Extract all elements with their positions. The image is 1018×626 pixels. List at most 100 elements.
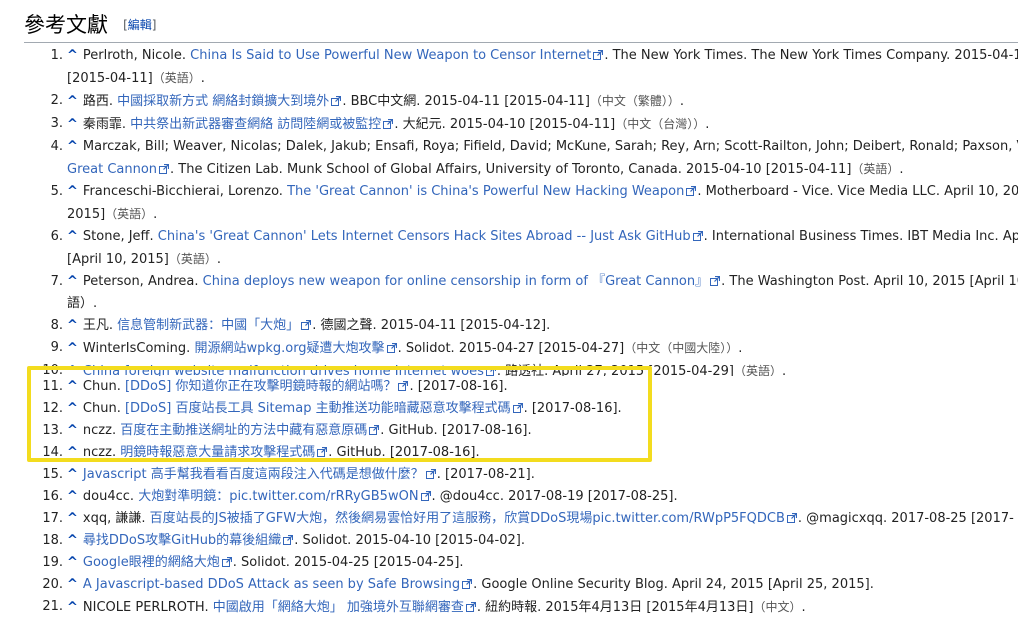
- reference-link[interactable]: 中國啟用「網絡大炮」 加強境外互聯網審查: [213, 600, 464, 615]
- reference-link[interactable]: A Javascript-based DDoS Attack as seen b…: [83, 577, 460, 592]
- reference-text: nczz.: [82, 423, 121, 438]
- reference-line: ^ nczz. 明鏡時報惡意大量請求攻擊程式碼 . GitHub. [2017-08…: [67, 442, 1018, 464]
- reference-link[interactable]: 開源網站wpkg.org疑遭大炮攻擊: [194, 341, 384, 356]
- reference-number: 13.: [42, 423, 63, 438]
- external-link-icon: [512, 403, 523, 413]
- reference-link[interactable]: Javascript 高手幫我看看百度這兩段注入代碼是想做什麼？: [83, 467, 424, 482]
- external-link-icon: [686, 186, 697, 196]
- reference-item: 2. ^ 路西. 中國採取新方式 網絡封鎖擴大到境外 . BBC中文網. 2015-0…: [0, 90, 1018, 113]
- reference-link[interactable]: China's 'Great Cannon' Lets Internet Cen…: [158, 229, 691, 244]
- reference-text: . The New York Times. The New York Times…: [604, 48, 1018, 63]
- reference-item: 6. ^ Stone, Jeff. China's 'Great Cannon' L…: [0, 226, 1018, 271]
- backlink-caret[interactable]: ^: [67, 318, 78, 333]
- reference-line: ^ dou4cc. 大炮對準明鏡：pic.twitter.com/rRRyGB5w…: [67, 486, 1018, 508]
- section-heading: 參考文獻 [編輯]: [24, 10, 1018, 43]
- reference-item: 4. ^ Marczak, Bill; Weaver, Nicolas; Dalek…: [0, 136, 1018, 181]
- reference-line: [April 10, 2015]（英語）.: [67, 248, 1018, 271]
- reference-item: 10. ^ China foreign website malfunction dr…: [0, 360, 1018, 376]
- reference-text: .: [781, 364, 787, 376]
- reference-line: ^ China foreign website malfunction drive…: [67, 360, 1018, 376]
- reference-line: ^ 路西. 中國採取新方式 網絡封鎖擴大到境外 . BBC中文網. 2015-04-…: [67, 90, 1018, 113]
- backlink-caret[interactable]: ^: [67, 577, 78, 592]
- reference-text: 2015]: [67, 207, 106, 222]
- reference-link[interactable]: 大炮對準明鏡：pic.twitter.com/rRRyGB5wON: [138, 489, 418, 504]
- backlink-caret[interactable]: ^: [67, 94, 78, 109]
- backlink-caret[interactable]: ^: [67, 600, 78, 615]
- backlink-caret[interactable]: ^: [67, 274, 78, 289]
- reference-link[interactable]: 百度站長的JS被插了GFW大炮，然後網易雲恰好用了這服務，欣賞DDoS現場pic…: [150, 511, 785, 526]
- reference-item: 15. ^ Javascript 高手幫我看看百度這兩段注入代碼是想做什麼？ . [2…: [0, 464, 1018, 486]
- reference-text: WinterIsComing.: [82, 341, 195, 356]
- reference-line: 語）.: [67, 293, 1018, 315]
- backlink-caret[interactable]: ^: [67, 401, 78, 416]
- reference-item: 3. ^ 秦雨霏. 中共祭出新武器審查網絡 訪問陸網或被監控 . 大紀元. 2015-…: [0, 113, 1018, 136]
- reference-text: . @magicxqq. 2017-08-25 [2017-: [797, 511, 1014, 526]
- backlink-caret[interactable]: ^: [67, 555, 78, 570]
- edit-link[interactable]: 編輯: [128, 18, 152, 32]
- backlink-caret[interactable]: ^: [67, 423, 78, 438]
- reference-text: Marczak, Bill; Weaver, Nicolas; Dalek, J…: [82, 139, 1018, 154]
- external-link-icon: [301, 320, 312, 330]
- reference-link[interactable]: [DDoS] 百度站長工具 Sitemap 主動推送功能暗藏惡意攻擊程式碼: [125, 401, 511, 416]
- external-link-icon: [786, 513, 797, 523]
- backlink-caret[interactable]: ^: [67, 467, 78, 482]
- reference-number: 4.: [50, 139, 63, 154]
- backlink-caret[interactable]: ^: [67, 184, 78, 199]
- reference-item: 7. ^ Peterson, Andrea. China deploys new w…: [0, 271, 1018, 315]
- reference-number: 10.: [42, 363, 63, 376]
- backlink-caret[interactable]: ^: [67, 117, 78, 132]
- reference-line: ^ Peterson, Andrea. China deploys new wea…: [67, 271, 1018, 293]
- backlink-caret[interactable]: ^: [67, 364, 78, 376]
- reference-text: nczz.: [82, 445, 121, 460]
- reference-link[interactable]: 尋找DDoS攻擊GitHub的幕後組織: [83, 533, 281, 548]
- reference-number: 11.: [42, 379, 63, 394]
- reference-text: . [2017-08-16].: [523, 401, 622, 416]
- reference-link[interactable]: China foreign website malfunction drives…: [83, 364, 484, 376]
- reference-link[interactable]: Google眼裡的網絡大炮: [83, 555, 220, 570]
- section-title: 參考文獻: [24, 13, 108, 37]
- reference-text: 語）.: [67, 296, 98, 311]
- reference-text: . GitHub. [2017-08-16].: [380, 423, 532, 438]
- reference-item: 9. ^ WinterIsComing. 開源網站wpkg.org疑遭大炮攻擊 . S…: [0, 337, 1018, 360]
- reference-text: .: [216, 252, 222, 267]
- reference-text: 王凡.: [82, 318, 118, 333]
- reference-link[interactable]: 百度在主動推送網址的方法中藏有惡意原碼: [120, 423, 367, 438]
- language-tag: （英語）: [105, 207, 154, 221]
- backlink-caret[interactable]: ^: [67, 533, 78, 548]
- reference-link[interactable]: The 'Great Cannon' is China's Powerful N…: [287, 184, 684, 199]
- reference-number: 6.: [50, 229, 63, 244]
- language-tag: （英語）: [168, 252, 217, 266]
- reference-item: 1. ^ Perlroth, Nicole. China Is Said to Us…: [0, 45, 1018, 90]
- references-list: 1. ^ Perlroth, Nicole. China Is Said to Us…: [0, 45, 1018, 619]
- backlink-caret[interactable]: ^: [67, 511, 78, 526]
- backlink-caret[interactable]: ^: [67, 139, 78, 154]
- backlink-caret[interactable]: ^: [67, 445, 78, 460]
- backlink-caret[interactable]: ^: [67, 229, 78, 244]
- backlink-caret[interactable]: ^: [67, 379, 78, 394]
- reference-link[interactable]: 信息管制新武器：中國「大炮」: [117, 318, 299, 333]
- reference-link[interactable]: [DDoS] 你知道你正在攻擊明鏡時報的網站嗎？: [125, 379, 397, 394]
- reference-item: 20. ^ A Javascript-based DDoS Attack as se…: [0, 574, 1018, 596]
- reference-link[interactable]: China deploys new weapon for online cens…: [203, 274, 709, 289]
- external-link-icon: [593, 50, 604, 60]
- reference-link[interactable]: 明鏡時報惡意大量請求攻擊程式碼: [120, 445, 315, 460]
- reference-text: . Motherboard - Vice. Vice Media LLC. Ap…: [697, 184, 1018, 199]
- edit-bracket-close: ]: [151, 18, 157, 32]
- reference-text: .: [153, 207, 158, 222]
- backlink-caret[interactable]: ^: [67, 489, 78, 504]
- backlink-caret[interactable]: ^: [67, 48, 78, 63]
- reference-text: . 大紀元. 2015-04-10 [2015-04-11]: [394, 117, 616, 132]
- backlink-caret[interactable]: ^: [67, 341, 78, 356]
- reference-link[interactable]: 中共祭出新武器審查網絡 訪問陸網或被監控: [130, 117, 381, 132]
- external-link-icon: [159, 164, 170, 174]
- external-link-icon: [383, 119, 394, 129]
- reference-link[interactable]: Great Cannon: [67, 162, 157, 177]
- reference-text: . 紐約時報. 2015年4月13日 [2015年4月13日]: [476, 600, 754, 615]
- reference-item: 21. ^ NICOLE PERLROTH. 中國啟用「網絡大炮」 加強境外互聯網審…: [0, 596, 1018, 619]
- reference-link[interactable]: China Is Said to Use Powerful New Weapon…: [190, 48, 591, 63]
- language-tag: （中文（台灣））: [615, 117, 706, 131]
- reference-text: Chun.: [82, 401, 125, 416]
- edit-section: [編輯]: [123, 18, 156, 32]
- reference-text: . Solidot. 2015-04-10 [2015-04-02].: [294, 533, 525, 548]
- reference-link[interactable]: 中國採取新方式 網絡封鎖擴大到境外: [117, 94, 329, 109]
